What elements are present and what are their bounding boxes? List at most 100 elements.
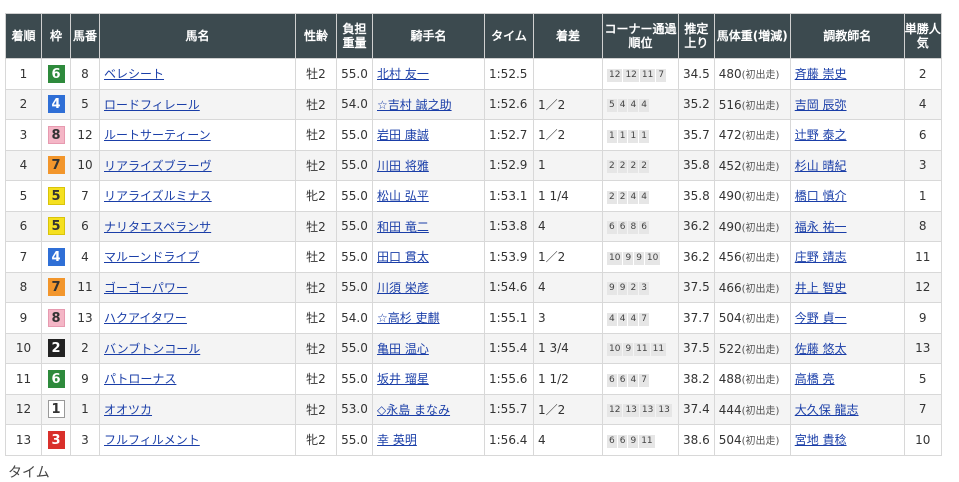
corner-positions: 2244 — [602, 180, 679, 212]
jockey-cell: 坂井 瑠星 — [372, 363, 485, 395]
load-weight: 55.0 — [336, 241, 373, 273]
trainer-link[interactable]: 今野 貞一 — [795, 311, 847, 325]
jockey-link[interactable]: ☆高杉 吏麒 — [377, 311, 440, 325]
jockey-cell: 川須 栄彦 — [372, 271, 485, 303]
jockey-link[interactable]: 岩田 康誠 — [377, 128, 429, 142]
weight-value: 456 — [718, 250, 742, 265]
table-row: 9 8 13 ハクアイタワー 牡2 54.0 ☆高杉 吏麒 1:55.1 3 4 4 4 7 37.7 50… — [5, 302, 942, 334]
weight-value: 490 — [718, 219, 742, 234]
jockey-link[interactable]: 川須 栄彦 — [377, 281, 429, 295]
corner-position: 10 — [607, 251, 623, 265]
waku-cell: 7 — [41, 271, 71, 303]
horse-name-cell: ルートサーティーン — [99, 119, 296, 151]
horse-name-link[interactable]: リアライズルミナス — [104, 189, 212, 203]
load-weight: 55.0 — [336, 210, 373, 242]
horse-name-link[interactable]: フルフィルメント — [104, 433, 200, 447]
jockey-link[interactable]: 川田 将雅 — [377, 159, 429, 173]
weight-value: 466 — [718, 280, 742, 295]
horse-name-link[interactable]: リアライズブラーヴ — [104, 159, 212, 173]
corner-position: 9 — [628, 434, 639, 448]
popularity: 13 — [903, 332, 942, 364]
margin — [533, 58, 603, 90]
table-row: 2 4 5 ロードフィレール 牡2 54.0 ☆吉村 誠之助 1:52.6 1／2 5 4 4 4 35.… — [5, 88, 942, 120]
horse-weight: 522(初出走) — [713, 332, 791, 364]
horse-name-cell: リアライズブラーヴ — [99, 149, 296, 181]
corner-position: 4 — [628, 99, 639, 113]
horse-name-cell: ゴーゴーパワー — [99, 271, 296, 303]
horse-name-link[interactable]: ナリタエスペランサ — [104, 220, 211, 234]
trainer-link[interactable]: 辻野 泰之 — [795, 128, 847, 142]
horse-name-link[interactable]: バンブトンコール — [104, 342, 200, 356]
horse-name-link[interactable]: ベレシート — [104, 67, 164, 81]
last-3f: 38.2 — [678, 363, 715, 395]
trainer-link[interactable]: 福永 祐一 — [795, 220, 847, 234]
header-horse-number: 馬番 — [70, 13, 100, 59]
horse-name-link[interactable]: ルートサーティーン — [104, 128, 211, 142]
weight-value: 452 — [718, 158, 742, 173]
weight-diff: (初出走) — [741, 222, 780, 234]
jockey-link[interactable]: ☆吉村 誠之助 — [377, 98, 452, 112]
trainer-link[interactable]: 橋口 慎介 — [795, 189, 847, 203]
weight-value: 490 — [718, 189, 742, 204]
section-title-time: タイム — [8, 465, 50, 481]
trainer-link[interactable]: 佐藤 悠太 — [795, 342, 847, 356]
corner-positions: 4447 — [602, 302, 679, 334]
jockey-link[interactable]: 田口 貫太 — [377, 250, 429, 264]
jockey-link[interactable]: 北村 友一 — [377, 67, 429, 81]
trainer-link[interactable]: 高橋 亮 — [795, 372, 835, 386]
horse-weight: 516(初出走) — [713, 88, 791, 120]
horse-weight: 488(初出走) — [713, 363, 791, 395]
trainer-link[interactable]: 宮地 貴稔 — [795, 433, 847, 447]
trainer-link[interactable]: 斉藤 崇史 — [795, 67, 847, 81]
table-row: 4 7 10 リアライズブラーヴ 牡2 55.0 川田 将雅 1:52.9 1 2 2 2 2 35.8 4… — [5, 149, 942, 181]
trainer-link[interactable]: 杉山 晴紀 — [795, 159, 847, 173]
horse-number: 8 — [70, 58, 100, 90]
corner-position: 5 — [607, 99, 617, 113]
header-sex-age: 性齢 — [295, 13, 337, 59]
trainer-cell: 福永 祐一 — [789, 210, 905, 242]
corner-position: 7 — [639, 312, 649, 326]
popularity: 3 — [903, 149, 942, 181]
jockey-link[interactable]: 亀田 温心 — [377, 342, 429, 356]
margin: 1／2 — [533, 393, 603, 425]
corner-positions: 1111 — [602, 119, 679, 151]
weight-value: 504 — [718, 311, 742, 326]
jockey-link[interactable]: 和田 竜二 — [377, 220, 429, 234]
jockey-cell: 和田 竜二 — [372, 210, 485, 242]
horse-number: 10 — [70, 149, 100, 181]
table-row: 6 5 6 ナリタエスペランサ 牡2 55.0 和田 竜二 1:53.8 4 6 6 8 6 36.2 49… — [5, 210, 942, 242]
sex-age: 牡2 — [295, 58, 337, 90]
popularity: 10 — [903, 424, 942, 456]
waku-badge: 4 — [47, 247, 65, 266]
horse-name-cell: ロードフィレール — [99, 88, 296, 120]
waku-cell: 8 — [41, 119, 71, 151]
jockey-cell: 幸 英明 — [372, 424, 485, 456]
sex-age: 牡2 — [295, 363, 337, 395]
sex-age: 牡2 — [295, 271, 337, 303]
trainer-link[interactable]: 庄野 靖志 — [795, 250, 847, 264]
weight-diff: (初出走) — [741, 314, 780, 326]
horse-name-link[interactable]: ハクアイタワー — [104, 311, 187, 325]
trainer-link[interactable]: 吉岡 辰弥 — [795, 98, 847, 112]
corner-position: 7 — [656, 68, 667, 82]
horse-name-link[interactable]: オオツカ — [104, 403, 152, 417]
corner-position: 1 — [628, 129, 639, 143]
popularity: 7 — [903, 393, 942, 425]
jockey-link[interactable]: 幸 英明 — [377, 433, 417, 447]
trainer-link[interactable]: 井上 智史 — [795, 281, 847, 295]
trainer-cell: 庄野 靖志 — [789, 241, 905, 273]
weight-value: 472 — [718, 128, 742, 143]
last-3f: 35.8 — [678, 149, 715, 181]
jockey-link[interactable]: 坂井 瑠星 — [377, 372, 429, 386]
race-time: 1:52.6 — [484, 88, 534, 120]
trainer-link[interactable]: 大久保 龍志 — [795, 403, 859, 417]
horse-name-link[interactable]: パトローナス — [104, 372, 176, 386]
corner-positions: 6686 — [602, 210, 679, 242]
finish-position: 2 — [5, 88, 42, 120]
jockey-link[interactable]: ◇永島 まなみ — [377, 403, 450, 417]
horse-name-link[interactable]: ゴーゴーパワー — [104, 281, 188, 295]
jockey-link[interactable]: 松山 弘平 — [377, 189, 429, 203]
horse-name-link[interactable]: ロードフィレール — [104, 98, 200, 112]
horse-weight: 444(初出走) — [713, 393, 791, 425]
horse-name-link[interactable]: マルーンドライブ — [104, 250, 199, 264]
